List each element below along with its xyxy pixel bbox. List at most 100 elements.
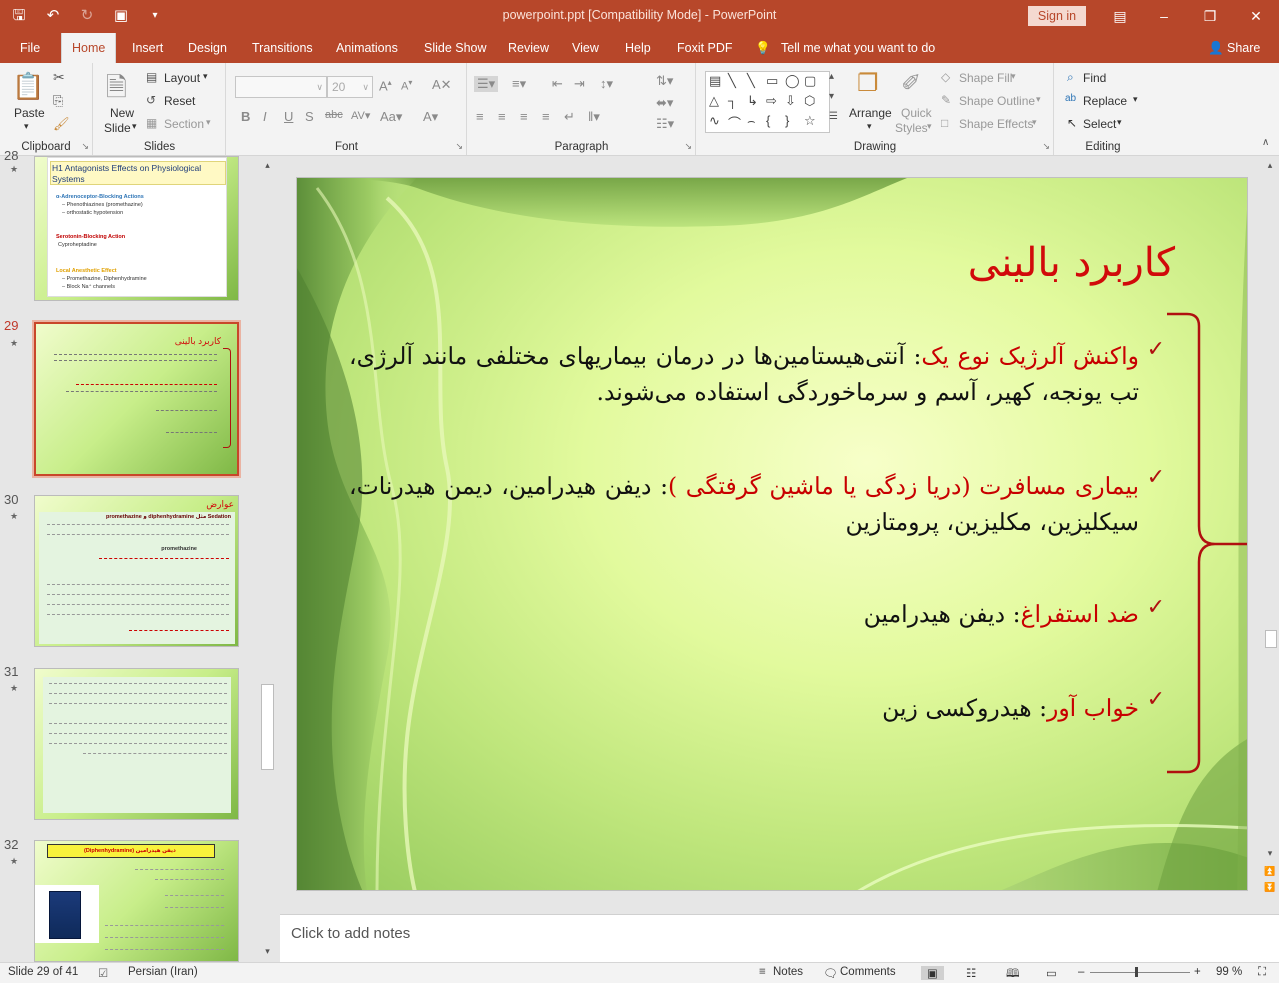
shapes-scroll-up-icon[interactable]: ▴ — [829, 71, 834, 82]
shapes-more-icon[interactable]: ☰ — [829, 111, 838, 122]
slideshow-view-icon[interactable]: ▭ — [1046, 966, 1057, 980]
tell-me-search[interactable]: Tell me what you want to do — [781, 33, 935, 63]
columns-icon[interactable]: ‖▾ — [588, 109, 600, 125]
minimize-button[interactable]: – — [1150, 4, 1178, 28]
font-launcher-icon[interactable]: ↘ — [455, 141, 463, 152]
thumbnail-slide-29[interactable]: کاربرد بالینی — [34, 322, 239, 476]
paste-icon[interactable]: 📋 — [12, 71, 44, 102]
tab-design[interactable]: Design — [188, 33, 227, 63]
tab-home[interactable]: Home — [61, 33, 117, 63]
thumbnail-scrollbar[interactable]: ▴ ▾ — [259, 156, 276, 962]
quick-styles-icon[interactable]: ✐ — [901, 69, 921, 98]
tab-help[interactable]: Help — [625, 33, 651, 63]
brace-left-shape-icon[interactable]: { — [766, 113, 770, 128]
font-name-combo[interactable]: ∨ — [235, 76, 327, 98]
paragraph-launcher-icon[interactable]: ↘ — [684, 141, 692, 152]
tab-insert[interactable]: Insert — [132, 33, 163, 63]
font-size-dropdown-icon[interactable]: ∨ — [362, 77, 369, 97]
thumbnail-slide-28[interactable]: H1 Antagonists Effects on Physiological … — [34, 156, 239, 301]
clipboard-launcher-icon[interactable]: ↘ — [81, 141, 89, 152]
bullet-hypnotic[interactable]: خواب آور: هیدروکسی زین — [349, 690, 1139, 726]
thumbnail-slide-32[interactable]: (Diphenhydramine) دیفن هیدرامین — [34, 840, 239, 962]
align-text-icon[interactable]: ⬌▾ — [656, 95, 673, 111]
line-spacing-icon[interactable]: ↕▾ — [600, 76, 613, 92]
drawing-launcher-icon[interactable]: ↘ — [1042, 141, 1050, 152]
shape-fill-dropdown-icon[interactable]: ▾ — [1011, 71, 1016, 82]
connector-shape-icon[interactable]: ┐ — [728, 93, 737, 108]
underline-icon[interactable]: U — [284, 109, 293, 124]
star-shape-icon[interactable]: ☆ — [804, 113, 816, 129]
shape-fill-button[interactable]: Shape Fill — [959, 71, 1012, 85]
bullet-motion-sickness[interactable]: بیماری مسافرت (دریا زدگی یا ماشین گرفتگی… — [349, 468, 1139, 540]
replace-dropdown-icon[interactable]: ▾ — [1133, 94, 1138, 105]
line-shape-icon[interactable]: ╲ — [728, 73, 736, 89]
rectangle-shape-icon[interactable]: ▭ — [766, 73, 778, 89]
zoom-slider[interactable] — [1090, 972, 1190, 973]
curve-shape-icon[interactable]: ⌢ — [747, 113, 756, 129]
close-button[interactable]: ✕ — [1242, 4, 1270, 28]
zoom-level[interactable]: 99 % — [1216, 966, 1242, 978]
next-slide-icon[interactable]: ⏬ — [1263, 882, 1277, 893]
comments-icon[interactable]: 🗨 — [823, 966, 838, 980]
freeform-shape-icon[interactable]: ⬡ — [804, 93, 815, 109]
format-painter-icon[interactable]: 🖌 — [53, 116, 70, 132]
new-slide-label-2[interactable]: Slide — [104, 121, 131, 135]
slide-title[interactable]: کاربرد بالینی — [897, 240, 1175, 286]
new-slide-label-1[interactable]: New — [110, 106, 134, 120]
scroll-up-icon[interactable]: ▴ — [1263, 160, 1277, 171]
font-name-dropdown-icon[interactable]: ∨ — [316, 77, 323, 97]
zoom-out-button[interactable]: – — [1078, 966, 1084, 978]
font-color-icon[interactable]: A▾ — [423, 109, 438, 125]
tab-slide-show[interactable]: Slide Show — [424, 33, 487, 63]
character-spacing-icon[interactable]: AV▾ — [351, 109, 370, 122]
layout-icon[interactable]: ▤ — [146, 70, 157, 84]
notes-icon[interactable]: ≡ — [759, 966, 766, 978]
arrange-icon[interactable]: ❐ — [857, 69, 879, 98]
collapse-ribbon-icon[interactable]: ∧ — [1262, 137, 1269, 148]
align-left-icon[interactable]: ≡ — [476, 109, 484, 124]
font-size-combo[interactable]: 20 ∨ — [327, 76, 373, 98]
italic-icon[interactable]: I — [263, 109, 267, 124]
current-slide[interactable]: کاربرد بالینی ✓ واکنش آلرژیک نوع یک: آنت… — [296, 177, 1248, 891]
language-indicator[interactable]: Persian (Iran) — [128, 966, 198, 978]
select-icon[interactable]: ↖ — [1067, 116, 1077, 130]
arrow-down-shape-icon[interactable]: ⇩ — [785, 93, 796, 109]
find-button[interactable]: Find — [1083, 71, 1106, 85]
scroll-down-icon[interactable]: ▾ — [1263, 848, 1277, 859]
thumbnail-slide-30[interactable]: عوارض promethazine و diphenhydramine مثل… — [34, 495, 239, 647]
paste-dropdown-icon[interactable]: ▾ — [24, 121, 29, 132]
shape-outline-button[interactable]: Shape Outline — [959, 94, 1035, 108]
rtl-icon[interactable]: ↵ — [564, 109, 575, 125]
slide-thumbnail-pane[interactable]: 28 ★ H1 Antagonists Effects on Physiolog… — [0, 148, 279, 962]
right-curly-brace[interactable] — [1157, 308, 1248, 778]
notes-toggle-button[interactable]: Notes — [773, 966, 803, 978]
layout-button[interactable]: Layout — [164, 71, 200, 85]
select-button[interactable]: Select — [1083, 117, 1116, 131]
smartart-icon[interactable]: ☷▾ — [656, 116, 674, 132]
cut-icon[interactable]: ✂ — [53, 69, 65, 86]
ribbon-display-options-icon[interactable]: ▤ — [1106, 4, 1134, 28]
justify-icon[interactable]: ≡ — [542, 109, 550, 124]
section-button[interactable]: Section — [164, 117, 204, 131]
align-right-icon[interactable]: ≡ — [520, 109, 528, 124]
scroll-up-icon[interactable]: ▴ — [259, 160, 276, 171]
new-slide-dropdown-icon[interactable]: ▾ — [132, 121, 137, 132]
replace-button[interactable]: Replace — [1083, 94, 1127, 108]
previous-slide-icon[interactable]: ⏫ — [1263, 866, 1277, 877]
arrange-dropdown-icon[interactable]: ▾ — [867, 121, 872, 132]
numbering-icon[interactable]: ≡▾ — [512, 76, 526, 92]
thumbnail-slide-31[interactable] — [34, 668, 239, 820]
tab-animations[interactable]: Animations — [336, 33, 398, 63]
shapes-scroll-down-icon[interactable]: ▾ — [829, 91, 834, 102]
text-shadow-icon[interactable]: S — [305, 109, 314, 124]
copy-icon[interactable]: ⎘ — [53, 93, 63, 109]
decrease-font-size-icon[interactable]: A▾ — [401, 78, 412, 93]
change-case-icon[interactable]: Aa▾ — [380, 109, 402, 125]
spelling-check-icon[interactable]: ☑ — [98, 966, 108, 980]
zoom-in-button[interactable]: + — [1194, 966, 1201, 978]
strikethrough-icon[interactable]: abc — [325, 109, 343, 121]
select-dropdown-icon[interactable]: ▾ — [1117, 117, 1122, 128]
paste-button[interactable]: Paste — [14, 106, 45, 120]
slide-scroll-thumb[interactable] — [1265, 630, 1277, 648]
text-direction-icon[interactable]: ⇅▾ — [656, 73, 673, 89]
